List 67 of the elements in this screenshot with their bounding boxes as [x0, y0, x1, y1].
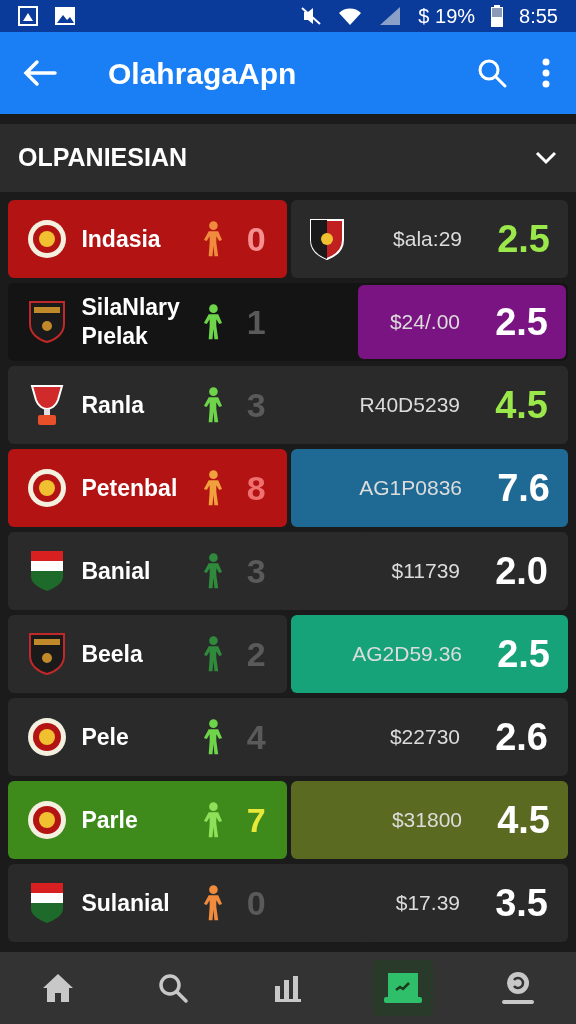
- team-name: SilaNlary Pıelak: [81, 293, 181, 351]
- odds-code: $22730: [389, 724, 460, 751]
- odds-value: 2.0: [494, 548, 548, 594]
- shield-crest-icon: [27, 632, 66, 676]
- signal-icon: [378, 6, 403, 26]
- odds-card[interactable]: AG1P0836 7.6: [291, 449, 568, 527]
- odds-code: $31800: [391, 807, 462, 834]
- odds-code: $24/.00: [389, 309, 460, 336]
- team-name: Indasia: [81, 224, 162, 254]
- score: 1: [245, 301, 267, 343]
- score: 0: [245, 218, 267, 260]
- team-name: Pele: [81, 722, 130, 752]
- round-crest-icon: [26, 468, 67, 508]
- odds-card[interactable]: $31800 4.5: [291, 781, 568, 859]
- search-icon: [156, 972, 189, 1004]
- app-title: OlahragaApn: [108, 55, 298, 92]
- search-icon: [476, 57, 508, 89]
- round-crest-icon: [26, 717, 67, 757]
- team-name: Sulanial: [81, 888, 171, 918]
- odds-value: 7.6: [496, 465, 550, 511]
- section-title: OLPANIESIAN: [18, 142, 188, 174]
- odds-card[interactable]: $ala:29 2.5: [291, 200, 568, 278]
- chevron-down-icon: [534, 150, 558, 166]
- odds-code: AG2D59.36: [352, 641, 462, 668]
- board-icon: [382, 970, 425, 1006]
- odds-card[interactable]: $24/.00 2.5: [357, 285, 566, 359]
- team-name: Parle: [81, 805, 139, 835]
- odds-value: 4.5: [494, 382, 548, 428]
- team-name: Petenbal: [81, 473, 179, 503]
- round-crest-icon: [26, 219, 67, 259]
- nav-tab[interactable]: [373, 960, 434, 1016]
- round-crest-icon: [26, 800, 67, 840]
- section-header[interactable]: OLPANIESIAN: [0, 124, 576, 192]
- odds-code: $11739: [391, 558, 460, 585]
- team-name: Ranla: [81, 390, 146, 420]
- flag-shield-icon: [29, 550, 64, 592]
- team-card[interactable]: Indasia 0: [8, 200, 287, 278]
- wifi-icon: [338, 6, 363, 26]
- gallery-icon: [54, 6, 76, 26]
- more-icon: [541, 57, 551, 89]
- mute-icon: [300, 6, 323, 26]
- team-card[interactable]: Parle 7: [8, 781, 287, 859]
- flag-shield-icon: [29, 882, 64, 924]
- team-card[interactable]: Petenbal 8: [8, 449, 287, 527]
- team-name: Banial: [81, 556, 152, 586]
- odds-value: 3.5: [494, 880, 548, 926]
- shield-crest-icon: [307, 217, 347, 261]
- odds-code: $ala:29: [393, 226, 462, 253]
- match-card[interactable]: SilaNlary Pıelak 1 $24/.00 2.5: [8, 283, 568, 361]
- battery-icon: [491, 5, 504, 27]
- clock: 8:55: [519, 4, 558, 29]
- team-name: Beela: [81, 639, 144, 669]
- shield-crest-icon: [27, 300, 66, 344]
- odds-value: 4.5: [496, 797, 550, 843]
- image-icon: [18, 6, 38, 26]
- score: 8: [245, 467, 267, 509]
- odds-code: AG1P0836: [359, 475, 462, 502]
- score: 7: [245, 799, 267, 841]
- battery-percent: $ 19%: [418, 4, 476, 29]
- odds-value: 2.5: [496, 631, 550, 677]
- odds-code: $17.39: [395, 890, 460, 917]
- odds-value: 2.6: [494, 714, 548, 760]
- odds-value: 2.5: [494, 299, 548, 345]
- odds-code: R40D5239: [359, 392, 460, 419]
- back-arrow-icon: [23, 59, 57, 87]
- odds-value: 2.5: [496, 216, 550, 262]
- trophy-icon: [28, 383, 65, 427]
